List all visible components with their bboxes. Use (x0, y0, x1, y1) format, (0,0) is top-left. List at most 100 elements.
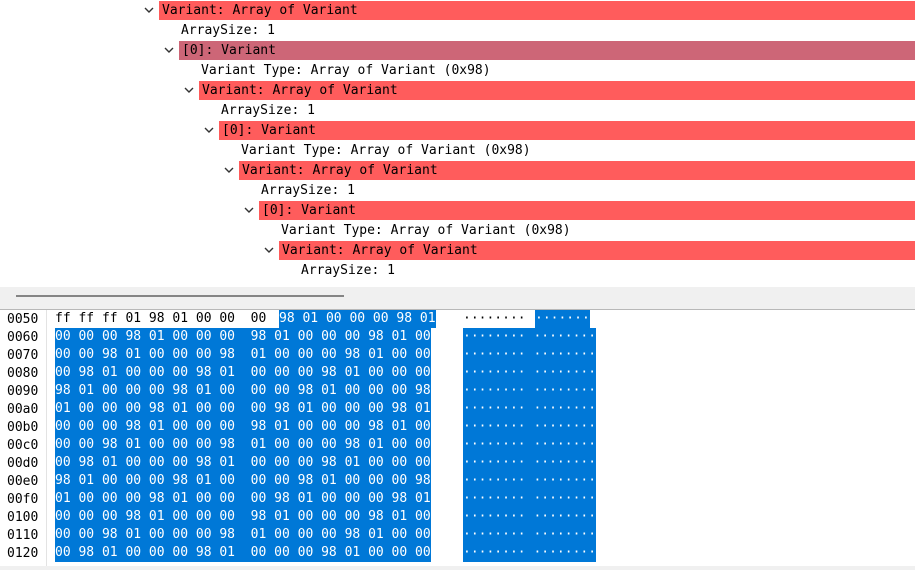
packet-details-tree[interactable]: Variant: Array of Variant ArraySize: 1 [0]… (0, 0, 915, 287)
tree-row-label: Variant Type: Array of Variant (0x98) (281, 223, 571, 238)
tree-row[interactable]: ArraySize: 1 (0, 260, 915, 280)
ascii-unselected[interactable]: ········ (463, 310, 533, 328)
chevron-down-icon[interactable] (183, 81, 197, 99)
hex-row[interactable]: 00b0 00 00 00 98 01 00 00 00 98 01 00 00 … (0, 418, 915, 436)
byte-offset: 0080 (7, 366, 39, 381)
hex-bytes-selected[interactable]: 00 00 00 98 01 00 00 00 98 01 00 00 00 9… (55, 508, 431, 526)
ascii-selected[interactable]: ········ ········ (463, 472, 597, 490)
ascii-selected[interactable]: ········ ········ (463, 490, 597, 508)
tree-row-label: [0]: Variant (222, 123, 316, 138)
tree-row-label: Variant Type: Array of Variant (0x98) (241, 143, 531, 158)
selected-row-highlight (179, 41, 915, 60)
hex-row[interactable]: 00a0 01 00 00 00 98 01 00 00 00 98 01 00 … (0, 400, 915, 418)
hex-bytes-selected[interactable]: 98 01 00 00 00 98 01 (279, 310, 436, 328)
tree-row[interactable]: Variant Type: Array of Variant (0x98) (0, 140, 915, 160)
hex-row[interactable]: 0090 98 01 00 00 00 98 01 00 00 00 98 01 … (0, 382, 915, 400)
bottom-scrollbar-track[interactable] (0, 566, 915, 570)
hex-row[interactable]: 0060 00 00 00 98 01 00 00 00 98 01 00 00 … (0, 328, 915, 346)
byte-offset: 00e0 (7, 474, 39, 489)
chevron-down-icon[interactable] (203, 121, 217, 139)
tree-row[interactable]: ArraySize: 1 (0, 20, 915, 40)
ascii-selected[interactable]: ········ ········ (463, 508, 597, 526)
tree-row-label: ArraySize: 1 (301, 263, 395, 278)
byte-offset: 0060 (7, 330, 39, 345)
packet-bytes-pane[interactable]: 0050 ff ff ff 01 98 01 00 00 00 98 01 00 … (0, 310, 915, 570)
hex-row[interactable]: 0120 00 98 01 00 00 00 98 01 00 00 00 98 … (0, 544, 915, 562)
hex-row[interactable]: 00e0 98 01 00 00 00 98 01 00 00 00 98 01 … (0, 472, 915, 490)
row-highlight (259, 201, 915, 220)
byte-offset: 0100 (7, 510, 39, 525)
tree-row-label: [0]: Variant (262, 203, 356, 218)
hex-row[interactable]: 00d0 00 98 01 00 00 00 98 01 00 00 00 98 … (0, 454, 915, 472)
chevron-down-icon[interactable] (163, 41, 177, 59)
byte-offset: 0120 (7, 546, 39, 561)
byte-offset: 0110 (7, 528, 39, 543)
ascii-selected[interactable]: ······· (535, 310, 590, 328)
tree-row[interactable]: [0]: Variant (0, 40, 915, 60)
chevron-down-icon[interactable] (263, 241, 277, 259)
tree-row-label: Variant: Array of Variant (162, 3, 358, 18)
tree-row-label: Variant: Array of Variant (242, 163, 438, 178)
hex-bytes-selected[interactable]: 00 00 00 98 01 00 00 00 98 01 00 00 00 9… (55, 418, 431, 436)
byte-offset: 00f0 (7, 492, 39, 507)
hex-bytes-selected[interactable]: 00 98 01 00 00 00 98 01 00 00 00 98 01 0… (55, 544, 431, 562)
chevron-down-icon[interactable] (143, 1, 157, 19)
tree-row-label: ArraySize: 1 (221, 103, 315, 118)
hex-row[interactable]: 00f0 01 00 00 00 98 01 00 00 00 98 01 00 … (0, 490, 915, 508)
byte-offset: 0090 (7, 384, 39, 399)
chevron-down-icon[interactable] (243, 201, 257, 219)
hex-bytes-selected[interactable]: 01 00 00 00 98 01 00 00 00 98 01 00 00 0… (55, 490, 431, 508)
ascii-selected[interactable]: ········ ········ (463, 418, 597, 436)
row-highlight (219, 121, 915, 140)
tree-row[interactable]: Variant Type: Array of Variant (0x98) (0, 220, 915, 240)
ascii-selected[interactable]: ········ ········ (463, 544, 597, 562)
hex-row[interactable]: 00c0 00 00 98 01 00 00 00 98 01 00 00 00 … (0, 436, 915, 454)
hex-row[interactable]: 0070 00 00 98 01 00 00 00 98 01 00 00 00 … (0, 346, 915, 364)
tree-row[interactable]: ArraySize: 1 (0, 100, 915, 120)
ascii-selected[interactable]: ········ ········ (463, 364, 597, 382)
horizontal-scrollbar-thumb[interactable] (16, 295, 344, 297)
tree-row-label: ArraySize: 1 (181, 23, 275, 38)
tree-row-label: [0]: Variant (182, 43, 276, 58)
ascii-selected[interactable]: ········ ········ (463, 328, 597, 346)
hex-bytes-selected[interactable]: 00 98 01 00 00 00 98 01 00 00 00 98 01 0… (55, 364, 431, 382)
hex-bytes-unselected[interactable]: ff ff ff 01 98 01 00 00 00 (55, 310, 274, 328)
ascii-selected[interactable]: ········ ········ (463, 526, 597, 544)
hex-bytes-selected[interactable]: 00 00 00 98 01 00 00 00 98 01 00 00 00 9… (55, 328, 431, 346)
byte-offset: 00d0 (7, 456, 39, 471)
ascii-selected[interactable]: ········ ········ (463, 400, 597, 418)
tree-row-label: Variant: Array of Variant (282, 243, 478, 258)
tree-row[interactable]: ArraySize: 1 (0, 180, 915, 200)
hex-bytes-selected[interactable]: 98 01 00 00 00 98 01 00 00 00 98 01 00 0… (55, 382, 431, 400)
byte-offset: 00a0 (7, 402, 39, 417)
ascii-selected[interactable]: ········ ········ (463, 436, 597, 454)
byte-offset: 0070 (7, 348, 39, 363)
byte-offset: 00b0 (7, 420, 39, 435)
tree-row[interactable]: [0]: Variant (0, 120, 915, 140)
hex-bytes-selected[interactable]: 00 00 98 01 00 00 00 98 01 00 00 00 98 0… (55, 526, 431, 544)
hex-row[interactable]: 0100 00 00 00 98 01 00 00 00 98 01 00 00 … (0, 508, 915, 526)
tree-row[interactable]: Variant: Array of Variant (0, 160, 915, 180)
hex-bytes-selected[interactable]: 00 00 98 01 00 00 00 98 01 00 00 00 98 0… (55, 436, 431, 454)
hex-bytes-selected[interactable]: 00 00 98 01 00 00 00 98 01 00 00 00 98 0… (55, 346, 431, 364)
ascii-selected[interactable]: ········ ········ (463, 382, 597, 400)
hex-row[interactable]: 0110 00 00 98 01 00 00 00 98 01 00 00 00 … (0, 526, 915, 544)
tree-row[interactable]: Variant: Array of Variant (0, 240, 915, 260)
chevron-down-icon[interactable] (223, 161, 237, 179)
hex-row[interactable]: 0050 ff ff ff 01 98 01 00 00 00 98 01 00 … (0, 310, 915, 328)
tree-row-label: Variant Type: Array of Variant (0x98) (201, 63, 491, 78)
tree-row[interactable]: Variant: Array of Variant (0, 0, 915, 20)
hex-bytes-selected[interactable]: 01 00 00 00 98 01 00 00 00 98 01 00 00 0… (55, 400, 431, 418)
tree-row[interactable]: Variant: Array of Variant (0, 80, 915, 100)
tree-row[interactable]: [0]: Variant (0, 200, 915, 220)
ascii-selected[interactable]: ········ ········ (463, 346, 597, 364)
pane-splitter[interactable] (0, 287, 915, 310)
hex-row[interactable]: 0080 00 98 01 00 00 00 98 01 00 00 00 98 … (0, 364, 915, 382)
tree-row[interactable]: Variant Type: Array of Variant (0x98) (0, 60, 915, 80)
hex-bytes-selected[interactable]: 98 01 00 00 00 98 01 00 00 00 98 01 00 0… (55, 472, 431, 490)
ascii-selected[interactable]: ········ ········ (463, 454, 597, 472)
tree-row-label: Variant: Array of Variant (202, 83, 398, 98)
byte-offset: 0050 (7, 312, 39, 327)
byte-offset: 00c0 (7, 438, 39, 453)
hex-bytes-selected[interactable]: 00 98 01 00 00 00 98 01 00 00 00 98 01 0… (55, 454, 431, 472)
